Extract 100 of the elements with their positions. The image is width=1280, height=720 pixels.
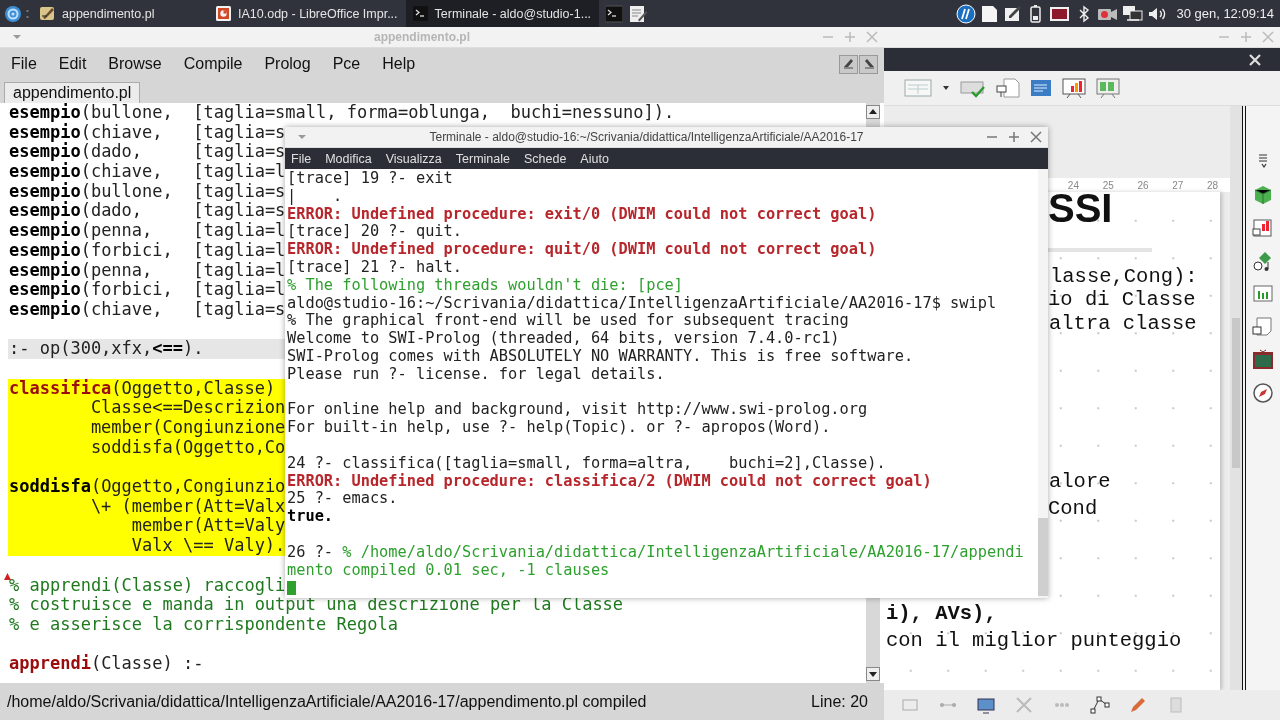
scroll-up-icon[interactable]	[866, 105, 880, 119]
code-line: soddisfa(Oggetto,Co	[89, 437, 286, 458]
code-line: esempio(dado, [taglia=s	[8, 201, 286, 221]
terminal-line: ERROR: Undefined procedure: quit/0 (DWIM could not correct goal)	[287, 241, 878, 259]
slide-text: alore	[1049, 470, 1111, 493]
menu-item[interactable]: Terminale	[455, 151, 510, 166]
maximize-icon[interactable]	[1008, 131, 1020, 143]
menu-item[interactable]: Schede	[523, 151, 567, 166]
round-logo-icon[interactable]	[956, 3, 977, 24]
monitor-icon[interactable]	[976, 695, 996, 715]
code-line: esempio(dado, [taglia=s	[8, 142, 286, 162]
code-line: esempio(forbici, [taglia=l	[8, 280, 286, 300]
ruler-number: 28	[1206, 179, 1220, 191]
chart-frame-icon[interactable]	[1252, 217, 1274, 239]
code-line: member(Att=Valy	[130, 516, 286, 537]
terminal-line: 25 ?- emacs.	[287, 490, 399, 509]
slide-text: i), AVs),	[886, 602, 997, 625]
terminal-line: For online help and background, visit http://www.swi-prolog.org	[287, 401, 869, 420]
code-line: esempio(chiave, [taglia=s	[8, 122, 286, 143]
code-line: soddisfa(Oggetto,Congiunzio	[8, 477, 286, 497]
slide-text: altra classe	[1049, 312, 1197, 335]
editor-task-icon	[39, 5, 56, 22]
code-line: Valx \== Valy).	[130, 536, 286, 556]
terminal-line: ERROR: Undefined procedure: classifica/2 (DWIM could not correct goal)	[287, 472, 933, 491]
window-title: Terminale - aldo@studio-16:~/Scrivania/didattica/IntelligenzaArtificiale/AA2016-17	[428, 130, 865, 144]
terminal-line: % The graphical front-end will be used for subsequent tracing	[287, 312, 850, 331]
file-tab[interactable]: appendimento.pl	[4, 82, 141, 103]
gallery-icon[interactable]	[1252, 349, 1274, 371]
terminal-line: mento compiled 0.01 sec, -1 clauses	[287, 561, 611, 580]
scroll-down-icon[interactable]	[866, 667, 880, 681]
panel-icon[interactable]	[1030, 77, 1052, 99]
terminal-line: aldo@studio-16:~/Scrivania/didattica/IntelligenzaArtificiale/AA2016-17$ swipl	[287, 294, 998, 313]
network-icon[interactable]	[1122, 3, 1144, 24]
line-indicator: Line: 20	[811, 692, 868, 711]
menu-item[interactable]: Aiuto	[580, 151, 609, 166]
menu-item[interactable]: Visualizza	[385, 151, 442, 166]
toolbar-button[interactable]	[839, 54, 858, 74]
chart-slide-icon[interactable]	[1062, 77, 1086, 99]
code-line: \+ (member(Att=Valx	[89, 496, 286, 517]
code-line: esempio(penna, [taglia=l	[8, 260, 286, 280]
code-line: esempio(bullone, [taglia=small, forma=oblunga, buchi=nessuno]).	[8, 103, 675, 123]
pencil-icon[interactable]	[1128, 695, 1148, 715]
menu-item[interactable]: File	[291, 151, 312, 166]
taskbar-button[interactable]: IA10.odp - LibreOffice Impr...	[209, 0, 406, 27]
terminal-line: [trace] 19 ?- exit	[287, 170, 454, 188]
start-menu-icon[interactable]	[4, 4, 22, 23]
code-line: % apprendi(Classe) raccogli	[8, 575, 286, 596]
code-line: apprendi(Classe) :-	[8, 654, 204, 674]
code-line: esempio(chiave, [taglia=l	[8, 162, 286, 182]
terminal-line: 26 ?- % /home/aldo/Scrivania/didattica/IntelligenzaArtificiale/AA2016-17/appendi	[287, 543, 1025, 562]
menu-caret-icon[interactable]	[297, 133, 307, 141]
toolbar-button[interactable]	[859, 54, 878, 74]
menu-caret-icon[interactable]	[12, 33, 22, 41]
menu-item[interactable]: Help	[382, 55, 416, 73]
scrollbar-thumb[interactable]	[1038, 518, 1048, 596]
animation-icon[interactable]	[1252, 250, 1274, 272]
note-edit-icon[interactable]	[1003, 3, 1023, 24]
clock: 30 gen, 12:09:14	[1176, 6, 1274, 21]
ruler-number: 26	[1136, 179, 1150, 191]
taskbar-button[interactable]: Terminale - aldo@studio-1...	[405, 0, 600, 27]
slide-text: lasse,Cong):	[1050, 265, 1198, 288]
terminal-line: % The following threads wouldn't die: [pce]	[287, 276, 684, 295]
taskbar-button[interactable]: appendimento.pl	[33, 0, 209, 27]
terminal-line: | .	[287, 187, 344, 206]
terminal-task-icon	[411, 5, 429, 22]
menu-item[interactable]: Browse	[108, 55, 162, 73]
code-line: :- op(300,xfx,<==).	[8, 339, 204, 359]
terminal-line: Please run ?- license. for legal details.	[287, 365, 666, 384]
scrollbar-thumb[interactable]	[1232, 318, 1240, 468]
slide-document-icon[interactable]	[996, 77, 1020, 99]
status-message: /home/aldo/Scrivania/didattica/IntelligenzaArtificiale/AA2016-17/appendimento.pl compiled	[7, 692, 648, 711]
terminal-launcher-icon[interactable]	[605, 4, 624, 23]
ruler-number: 27	[1171, 179, 1185, 191]
menu-item[interactable]: File	[11, 55, 37, 73]
slide-text: Cond	[1048, 497, 1098, 520]
compass-icon[interactable]	[1252, 382, 1274, 404]
presentation-task-icon	[215, 5, 232, 22]
bezier-icon[interactable]	[1090, 695, 1110, 715]
code-line: esempio(chiave, [taglia=s	[8, 299, 286, 320]
code-line: esempio(bullone, [taglia=s	[8, 181, 286, 202]
terminal-line: ERROR: Undefined procedure: exit/0 (DWIM could not correct goal)	[287, 205, 878, 224]
terminal-line: true.	[287, 508, 335, 526]
master-slide-icon[interactable]	[1252, 316, 1274, 338]
code-line: Classe<==Descrizion	[89, 398, 286, 418]
terminal-line: For built-in help, use ?- help(Topic). or ?- apropos(Word).	[287, 419, 832, 437]
cube-icon[interactable]	[1252, 184, 1274, 206]
code-line: esempio(forbici, [taglia=l	[8, 240, 286, 261]
terminal-line: [trace] 20 ?- quit.	[287, 223, 463, 241]
menu-item[interactable]: Compile	[183, 55, 243, 73]
slide-text: io di Classe	[1048, 288, 1196, 311]
menu-item[interactable]: Pce	[332, 55, 361, 73]
menu-item[interactable]: Edit	[58, 55, 87, 73]
slide-text: con il miglior punteggio	[886, 629, 1182, 652]
text-editor-launcher-icon[interactable]	[629, 4, 648, 23]
ruler-number: 25	[1101, 179, 1115, 191]
menu-item[interactable]: Modifica	[325, 151, 372, 166]
document-icon[interactable]	[980, 3, 1000, 24]
slide-layout-icon[interactable]	[1252, 283, 1274, 305]
menu-item[interactable]: Prolog	[264, 55, 311, 73]
code-line: esempio(penna, [taglia=l	[8, 221, 286, 241]
